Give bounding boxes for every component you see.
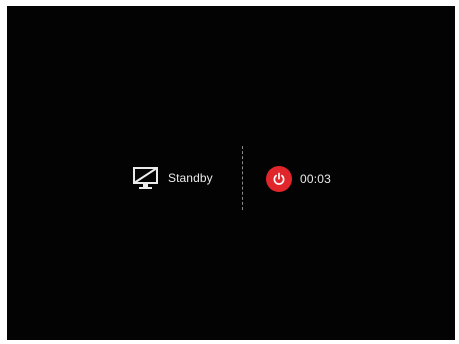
standby-indicator: Standby — [132, 166, 213, 190]
timer-value: 00:03 — [300, 172, 332, 186]
standby-timer: 00:03 — [266, 166, 331, 192]
power-icon — [273, 172, 285, 185]
divider — [242, 146, 243, 210]
standby-label: Standby — [168, 171, 213, 185]
power-button[interactable] — [266, 166, 292, 192]
standby-screen: Standby 00:03 — [7, 6, 455, 340]
monitor-off-icon — [133, 167, 158, 189]
